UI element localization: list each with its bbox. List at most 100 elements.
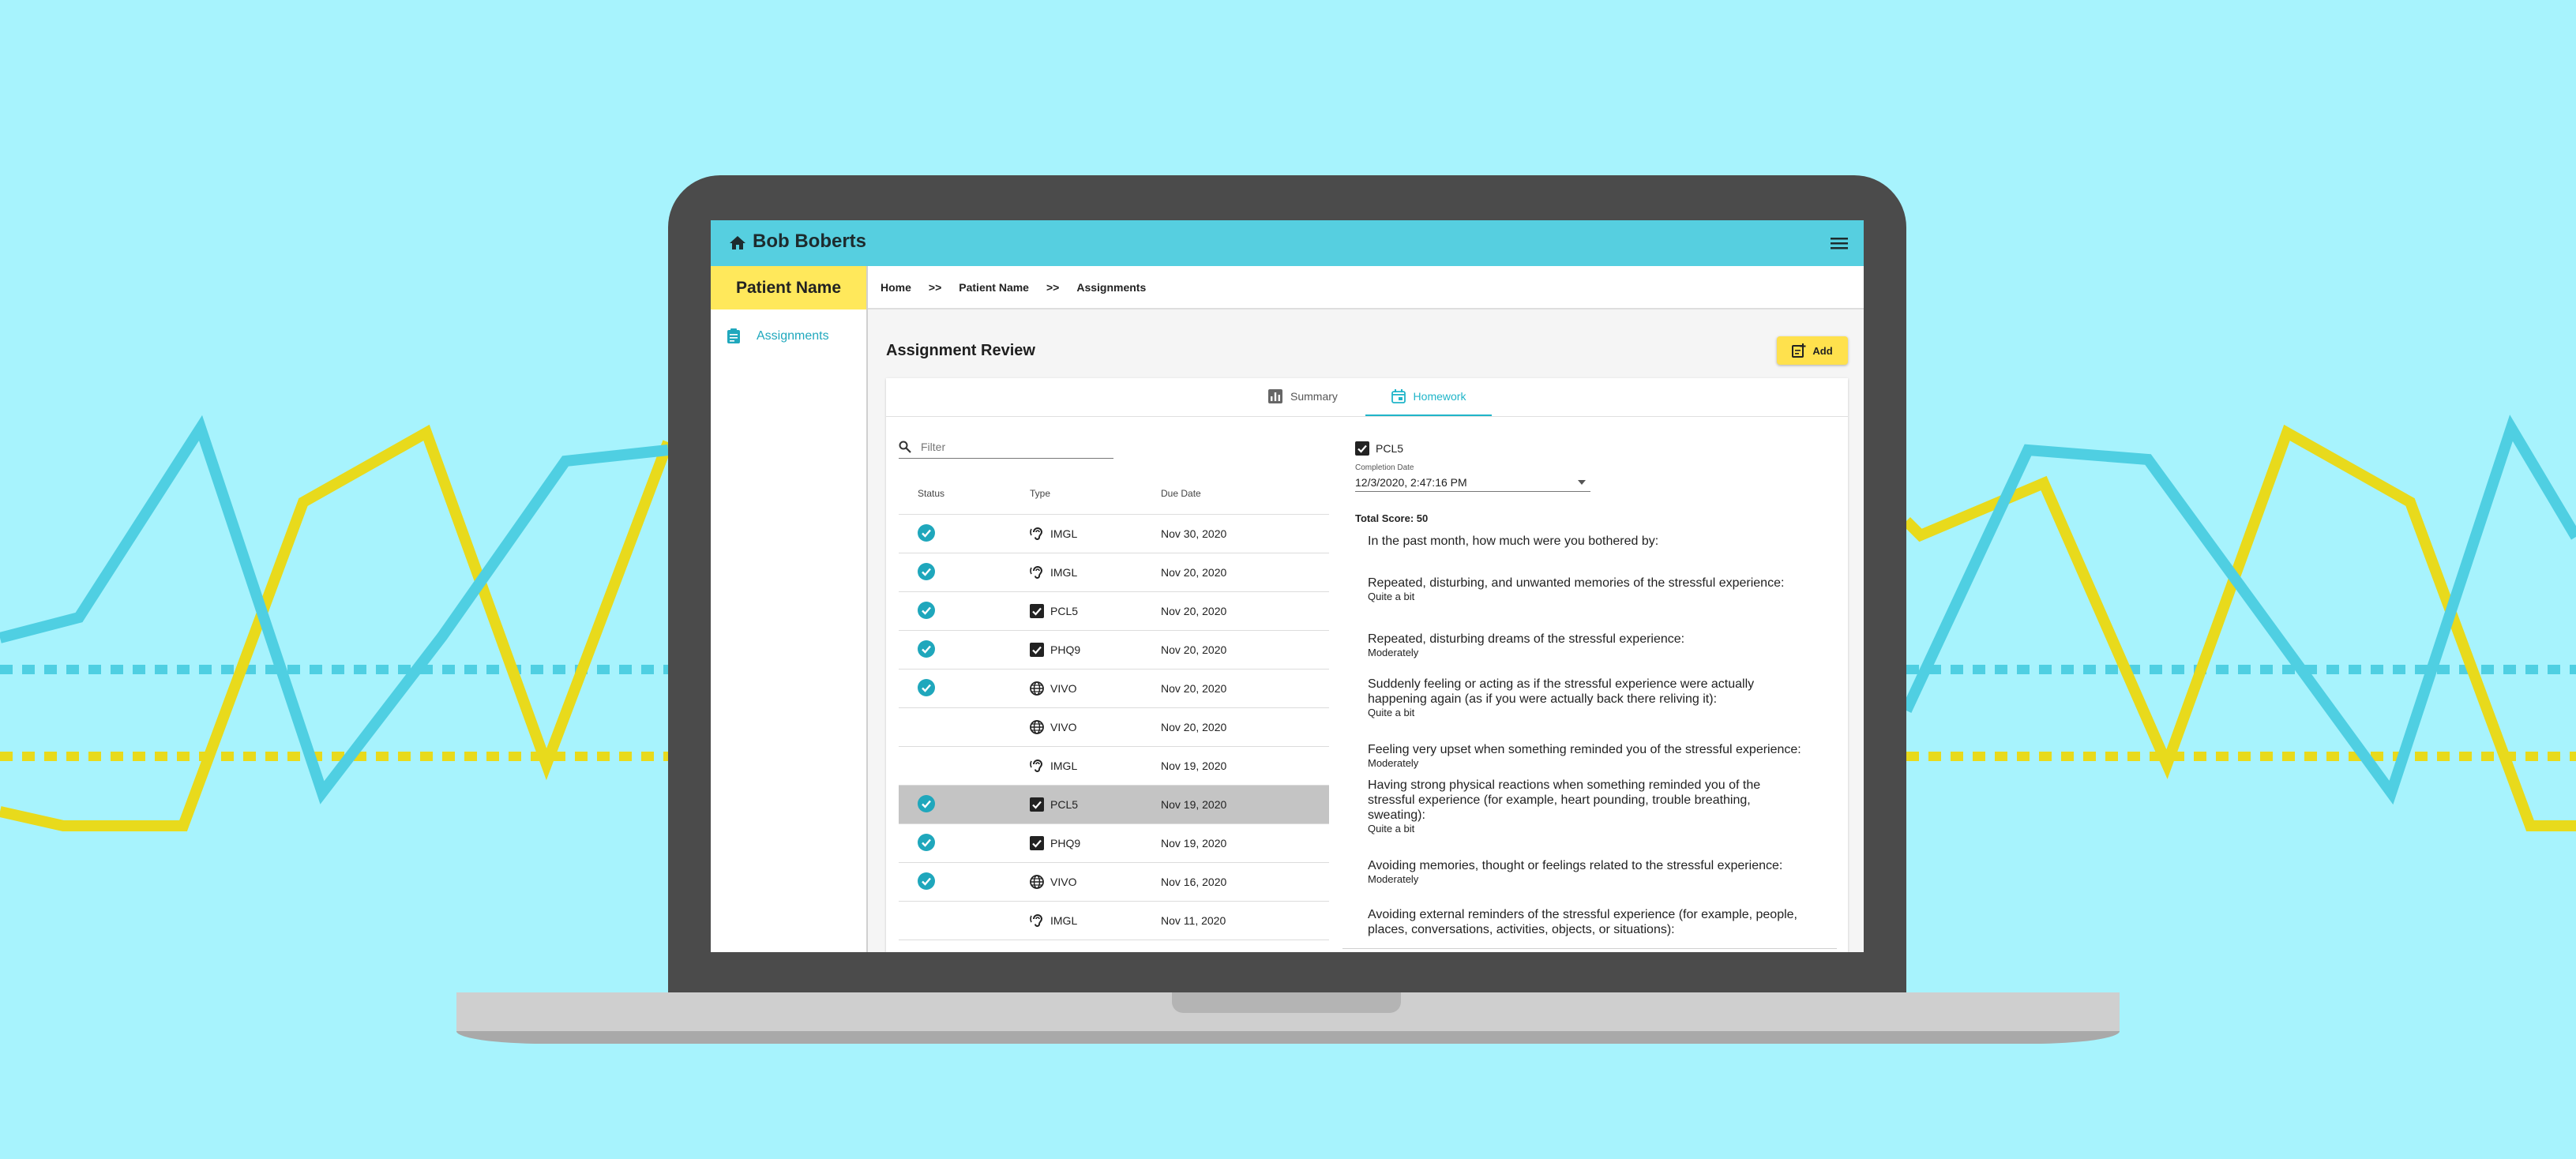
table-row[interactable]: PCL5 Nov 19, 2020 [899,786,1329,824]
due-date-cell: Nov 30, 2020 [1161,527,1227,540]
table-row[interactable]: PHQ9 Nov 19, 2020 [899,824,1329,863]
question-item: Avoiding memories, thought or feelings r… [1368,858,1810,885]
question-text: Having strong physical reactions when so… [1368,778,1761,822]
type-cell: IMGL [1030,759,1161,773]
ear-icon [1030,759,1044,773]
laptop-base-edge [456,1031,2120,1044]
detail-title: PCL5 [1376,442,1404,455]
add-button[interactable]: Add [1777,336,1848,365]
due-date-cell: Nov 16, 2020 [1161,876,1227,888]
completed-check-icon [918,872,935,890]
question-text: Avoiding external reminders of the stres… [1368,908,1797,936]
total-score: Total Score: 50 [1355,512,1429,524]
type-cell: VIVO [1030,720,1161,734]
wave-line-blue [1901,414,2576,805]
sidebar-item-assignments[interactable]: Assignments [727,328,829,345]
completed-check-icon [918,678,935,696]
answer-text: Quite a bit [1368,591,1415,602]
table-row[interactable]: IMGL Nov 20, 2020 [899,553,1329,592]
tab-bar: Summary Homework [886,378,1848,417]
detail-header: PCL5 [1355,441,1403,456]
checkbox-icon [1355,441,1369,456]
breadcrumb-home[interactable]: Home [881,281,911,294]
globe-icon [1030,681,1044,696]
menu-icon[interactable] [1831,236,1848,250]
completed-check-icon [918,523,935,542]
intro-text: In the past month, how much were you bot… [1368,534,1659,548]
page-title: Assignment Review [886,342,1035,359]
table-row[interactable]: VIVO Nov 16, 2020 [899,863,1329,902]
tab-homework-label: Homework [1413,390,1466,403]
filter-field[interactable] [899,436,1113,459]
column-header-type[interactable]: Type [1030,488,1161,499]
calendar-icon [1391,389,1406,403]
completed-check-icon [918,833,935,851]
column-header-status[interactable]: Status [899,488,1030,499]
review-card: Summary Homework Status Type Due Date IM… [886,378,1848,952]
question-item: Avoiding external reminders of the stres… [1368,907,1810,947]
question-item: Repeated, disturbing dreams of the stres… [1368,632,1810,658]
table-row[interactable]: IMGL Nov 30, 2020 [899,515,1329,553]
answer-text: Moderately [1368,647,1419,658]
add-note-icon [1792,343,1806,358]
laptop-notch [1172,992,1401,1013]
wave-line-yellow [0,424,674,831]
type-label: VIVO [1050,682,1077,695]
question-text: Feeling very upset when something remind… [1368,743,1801,756]
sidebar-item-label: Assignments [757,329,829,343]
tab-homework[interactable]: Homework [1365,378,1492,416]
type-label: VIVO [1050,721,1077,733]
assignments-table: Status Type Due Date IMGL Nov 30, 2020 IMG… [899,473,1329,940]
due-date-cell: Nov 11, 2020 [1161,914,1226,927]
column-header-due-date[interactable]: Due Date [1161,488,1201,499]
due-date-cell: Nov 19, 2020 [1161,760,1227,772]
user-name: Bob Boberts [753,231,866,252]
home-icon[interactable] [728,234,747,253]
type-cell: PCL5 [1030,797,1161,812]
table-row[interactable]: VIVO Nov 20, 2020 [899,670,1329,708]
questionnaire-intro: In the past month, how much were you bot… [1368,534,1810,549]
type-cell: VIVO [1030,875,1161,889]
bar-chart-icon [1268,389,1282,403]
type-label: PCL5 [1050,605,1079,617]
breadcrumb-assignments[interactable]: Assignments [1076,281,1146,294]
table-row[interactable]: VIVO Nov 20, 2020 [899,708,1329,747]
type-cell: PHQ9 [1030,643,1161,657]
status-cell [899,678,1030,699]
type-label: PCL5 [1050,798,1079,811]
type-cell: IMGL [1030,527,1161,541]
answer-text: Quite a bit [1368,823,1415,835]
assignment-detail: PCL5 Completion Date 12/3/2020, 2:47:16 … [1342,435,1837,949]
table-row[interactable]: IMGL Nov 11, 2020 [899,902,1329,940]
table-row[interactable]: IMGL Nov 19, 2020 [899,747,1329,786]
completion-date-select[interactable]: 12/3/2020, 2:47:16 PM [1355,473,1590,492]
due-date-cell: Nov 20, 2020 [1161,721,1227,733]
breadcrumb-patient[interactable]: Patient Name [959,281,1029,294]
answer-text: Moderately [1368,757,1419,769]
type-label: PHQ9 [1050,837,1081,850]
table-row[interactable]: PCL5 Nov 20, 2020 [899,592,1329,631]
completed-check-icon [918,640,935,658]
breadcrumb: Home >> Patient Name >> Assignments [868,266,1864,309]
answer-text: Moderately [1368,873,1419,885]
patient-name-label: Patient Name [711,266,866,309]
checkbox-icon [1030,797,1044,812]
breadcrumb-separator: >> [1046,280,1060,294]
ear-icon [1030,527,1044,541]
completed-check-icon [918,562,935,580]
type-label: VIVO [1050,876,1077,888]
ear-icon [1030,913,1044,928]
dropdown-arrow-icon [1578,479,1586,485]
question-text: Avoiding memories, thought or feelings r… [1368,859,1783,872]
status-cell [899,872,1030,892]
due-date-cell: Nov 20, 2020 [1161,643,1227,656]
status-cell [899,523,1030,544]
completion-date-label: Completion Date [1355,463,1414,472]
completion-date-value: 12/3/2020, 2:47:16 PM [1355,475,1467,489]
filter-input[interactable] [919,440,1104,454]
table-row[interactable]: PHQ9 Nov 20, 2020 [899,631,1329,670]
type-label: IMGL [1050,566,1078,579]
tab-summary[interactable]: Summary [1268,378,1338,414]
globe-icon [1030,875,1044,889]
due-date-cell: Nov 19, 2020 [1161,798,1227,811]
